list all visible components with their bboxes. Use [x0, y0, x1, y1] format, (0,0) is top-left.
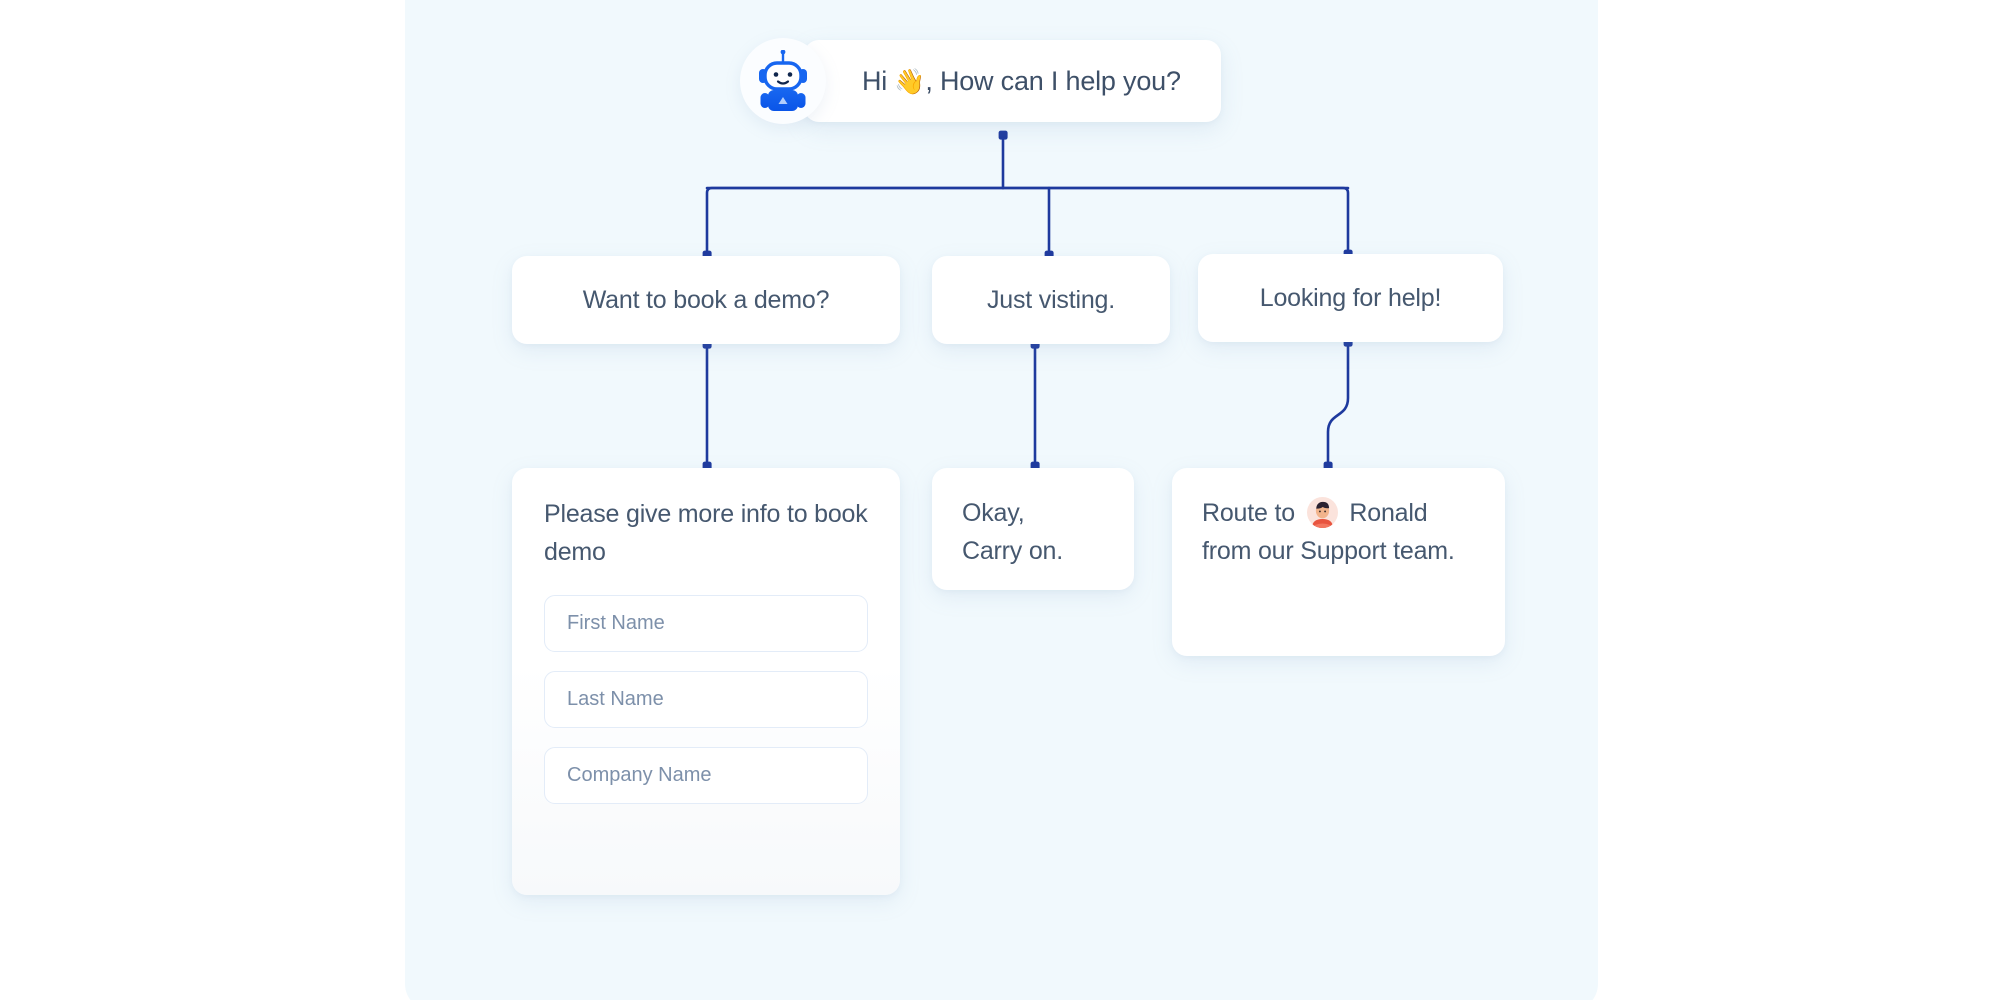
flow-builder-screen: Hi 👋, How can I help you? Want to book a…: [0, 0, 2000, 1000]
waving-hand-icon: 👋: [894, 67, 926, 96]
robot-bot-icon: [757, 50, 809, 112]
greeting-text: Hi 👋, How can I help you?: [862, 66, 1181, 97]
person-avatar-icon: [1306, 497, 1338, 528]
option-label: Just visting.: [986, 285, 1115, 314]
route-suffix: from our Support team.: [1202, 537, 1455, 565]
form-title: Please give more info to book demo: [544, 500, 868, 566]
greeting-bubble[interactable]: Hi 👋, How can I help you?: [804, 40, 1221, 122]
route-to-agent-card[interactable]: Route to Ronald from our Support team.: [1172, 468, 1505, 656]
option-label: Looking for help!: [1259, 283, 1442, 312]
okay-line-2: Carry on.: [962, 537, 1064, 565]
option-card-help[interactable]: Looking for help!: [1198, 254, 1503, 342]
lead-form-card[interactable]: Please give more info to book demo: [512, 468, 900, 895]
last-name-input[interactable]: [544, 671, 868, 728]
route-text: Route to Ronald from our Support team.: [1202, 494, 1475, 570]
route-agent-name: Ronald: [1342, 499, 1428, 527]
greeting-prefix: Hi: [862, 65, 895, 96]
root-node[interactable]: Hi 👋, How can I help you?: [740, 38, 1221, 124]
option-card-visiting[interactable]: Just visting.: [932, 256, 1170, 344]
okay-carry-on-card[interactable]: Okay, Carry on.: [932, 468, 1134, 590]
greeting-suffix: , How can I help you?: [925, 65, 1181, 96]
route-prefix: Route to: [1202, 499, 1302, 527]
okay-line-1: Okay,: [962, 499, 1025, 527]
option-label: Want to book a demo?: [582, 285, 830, 314]
company-name-input[interactable]: [544, 747, 868, 804]
option-card-demo[interactable]: Want to book a demo?: [512, 256, 900, 344]
bot-avatar: [740, 38, 826, 124]
first-name-input[interactable]: [544, 595, 868, 652]
